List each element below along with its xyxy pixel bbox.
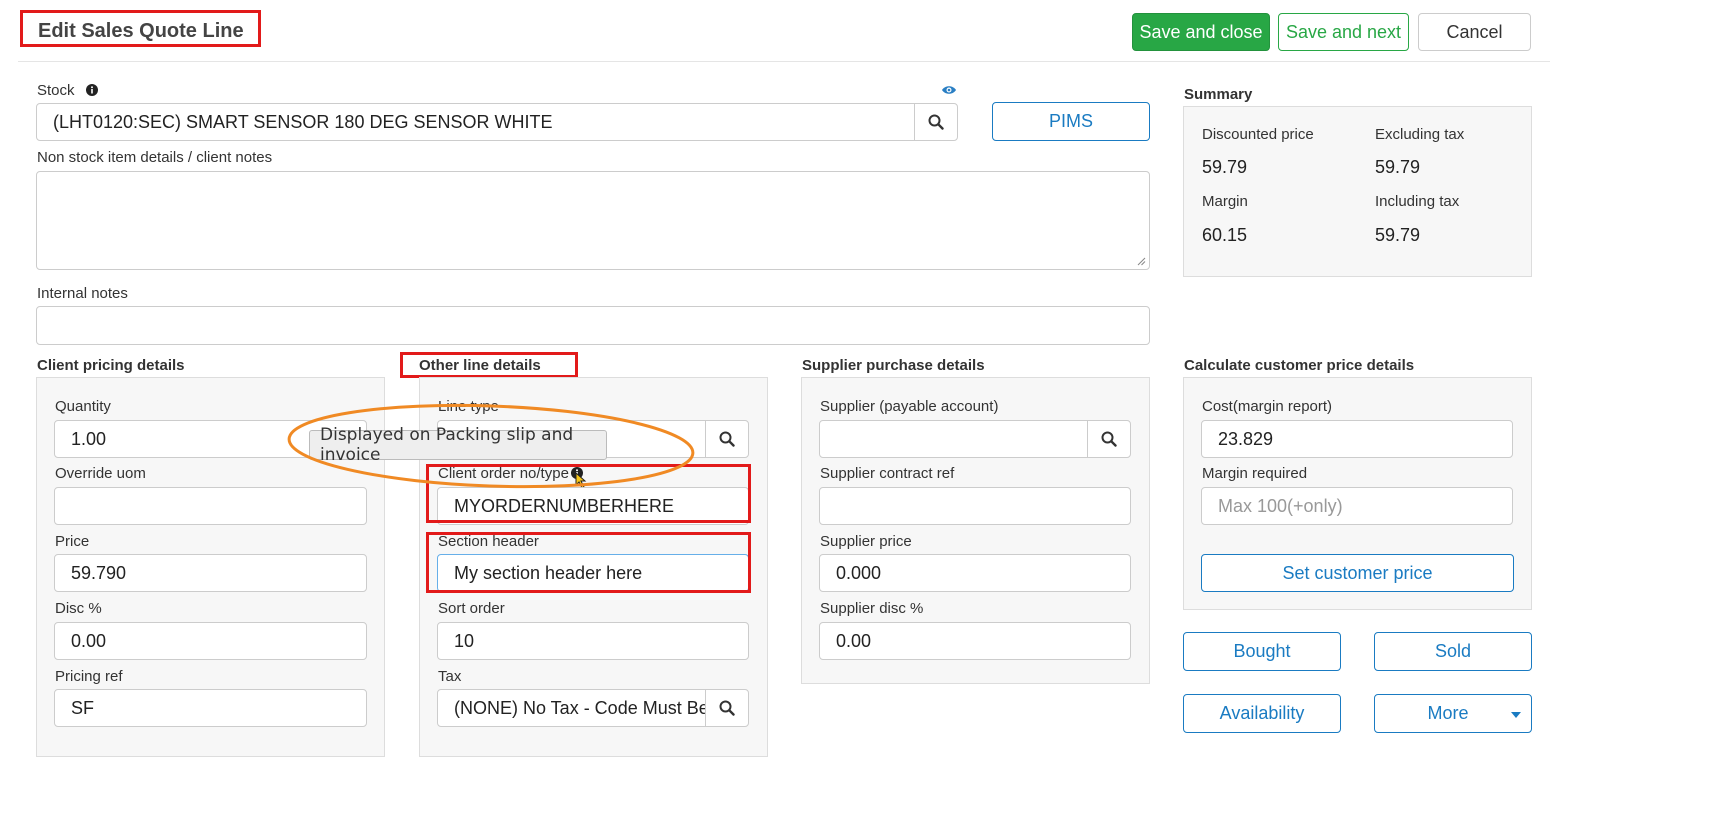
save-and-close-button[interactable]: Save and close	[1132, 13, 1270, 51]
margin-label: Margin	[1202, 193, 1248, 210]
override-uom-label: Override uom	[55, 465, 146, 482]
disc-label: Disc %	[55, 600, 102, 617]
internal-notes-label: Internal notes	[37, 285, 128, 302]
disc-input[interactable]: 0.00	[54, 622, 367, 660]
nonstock-notes-textarea[interactable]	[36, 171, 1150, 270]
discounted-price-value: 59.79	[1202, 157, 1248, 177]
supplier-payable-input[interactable]	[819, 420, 1089, 458]
more-button-label: More	[1427, 703, 1469, 723]
save-and-next-button[interactable]: Save and next	[1278, 13, 1409, 51]
supplier-disc-input[interactable]: 0.00	[819, 622, 1131, 660]
bought-button[interactable]: Bought	[1183, 632, 1341, 671]
pims-button[interactable]: PIMS	[992, 102, 1150, 141]
tax-label: Tax	[438, 668, 462, 685]
page-title: Edit Sales Quote Line	[38, 20, 244, 42]
internal-notes-input[interactable]	[36, 306, 1150, 345]
sort-order-label: Sort order	[438, 600, 505, 617]
header-divider	[18, 61, 1550, 62]
supplier-contract-label: Supplier contract ref	[820, 465, 955, 482]
stock-search-button[interactable]	[914, 103, 958, 141]
tax-input[interactable]: (NONE) No Tax - Code Must Be N	[437, 689, 707, 727]
nonstock-notes-label: Non stock item details / client notes	[37, 149, 273, 166]
sold-button[interactable]: Sold	[1374, 632, 1532, 671]
search-icon	[1101, 431, 1117, 447]
customer-price-title: Calculate customer price details	[1184, 357, 1415, 374]
section-header-highlight	[426, 532, 751, 593]
tax-search-button[interactable]	[705, 689, 749, 727]
sort-order-input[interactable]: 10	[437, 622, 749, 660]
summary-title: Summary	[1184, 86, 1253, 103]
supplier-payable-label: Supplier (payable account)	[820, 398, 999, 415]
supplier-price-input[interactable]: 0.000	[819, 554, 1131, 592]
price-input[interactable]: 59.790	[54, 554, 367, 592]
margin-required-input[interactable]: Max 100(+only)	[1201, 487, 1513, 525]
info-icon	[86, 83, 98, 96]
stock-label: Stock	[37, 82, 75, 99]
supplier-disc-label: Supplier disc %	[820, 600, 924, 617]
supplier-title: Supplier purchase details	[802, 357, 985, 374]
search-icon	[928, 114, 944, 130]
search-icon	[719, 431, 735, 447]
quantity-label: Quantity	[55, 398, 111, 415]
including-tax-value: 59.79	[1375, 225, 1421, 245]
caret-down-icon	[1511, 712, 1521, 718]
other-line-title: Other line details	[419, 357, 541, 374]
excluding-tax-value: 59.79	[1375, 157, 1421, 177]
including-tax-label: Including tax	[1375, 193, 1460, 210]
pricing-ref-label: Pricing ref	[55, 668, 123, 685]
annotation-ellipse	[287, 403, 695, 489]
pricing-ref-input[interactable]: SF	[54, 689, 367, 727]
margin-required-label: Margin required	[1202, 465, 1308, 482]
more-button[interactable]: More	[1374, 694, 1532, 733]
margin-value: 60.15	[1202, 225, 1248, 245]
resize-handle-icon	[1137, 257, 1146, 266]
stock-input[interactable]: (LHT0120:SEC) SMART SENSOR 180 DEG SENSO…	[36, 103, 916, 141]
line-type-search-button[interactable]	[705, 420, 749, 458]
supplier-search-button[interactable]	[1087, 420, 1131, 458]
cost-label: Cost(margin report)	[1202, 398, 1333, 415]
supplier-contract-input[interactable]	[819, 487, 1131, 525]
search-icon	[719, 700, 735, 716]
excluding-tax-label: Excluding tax	[1375, 126, 1465, 143]
set-customer-price-button[interactable]: Set customer price	[1201, 554, 1514, 592]
cancel-button[interactable]: Cancel	[1418, 13, 1531, 51]
availability-button[interactable]: Availability	[1183, 694, 1341, 733]
supplier-price-label: Supplier price	[820, 533, 912, 550]
discounted-price-label: Discounted price	[1202, 126, 1314, 143]
price-label: Price	[55, 533, 90, 550]
eye-icon[interactable]	[941, 83, 957, 95]
client-pricing-title: Client pricing details	[37, 357, 185, 374]
cost-input[interactable]: 23.829	[1201, 420, 1513, 458]
